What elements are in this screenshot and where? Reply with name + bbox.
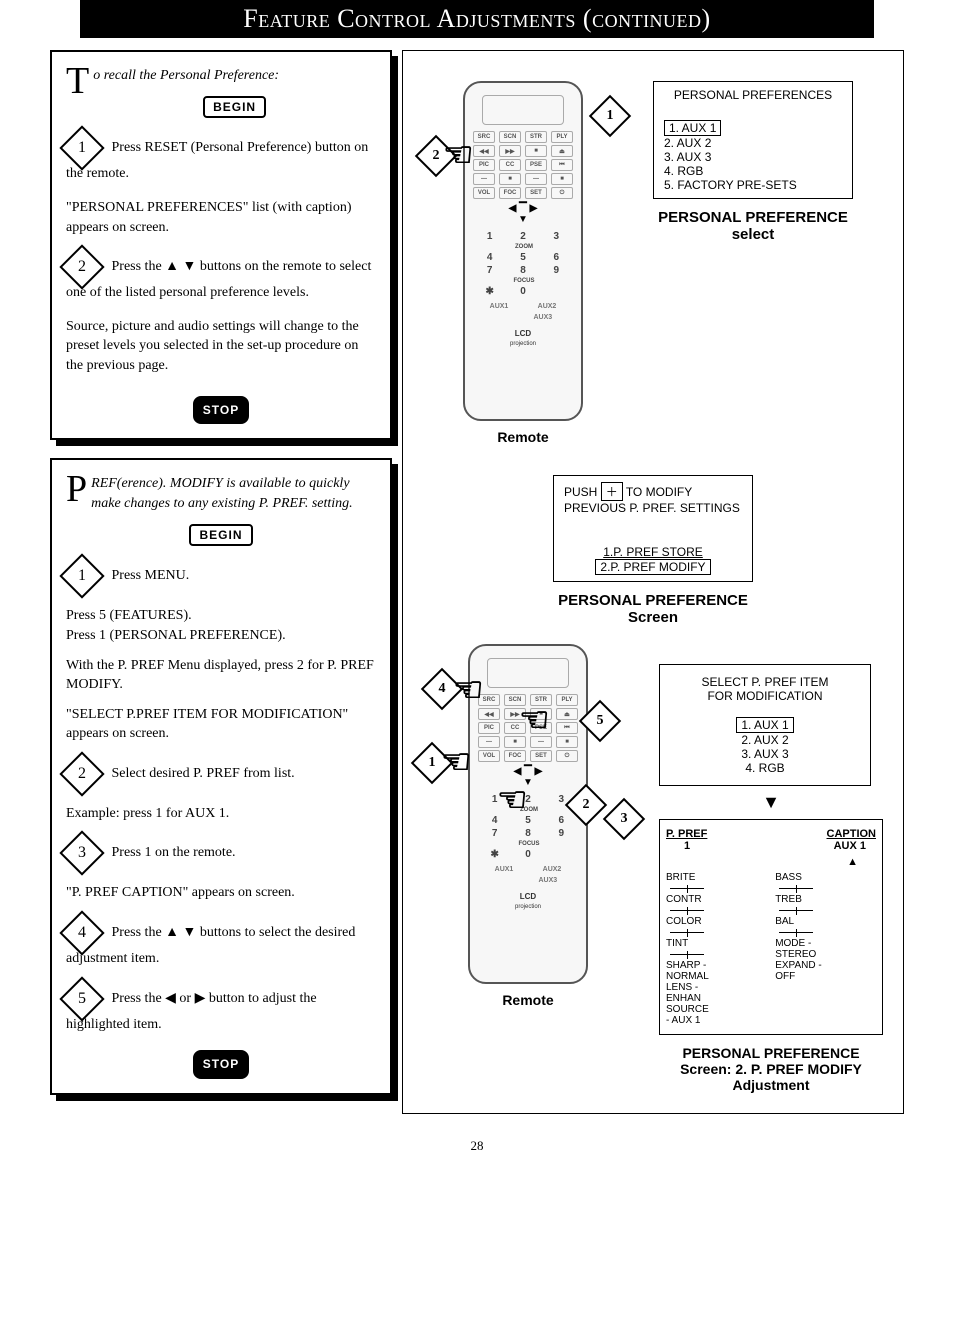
ppref-adjust-screen: P. PREF CAPTION 1 AUX 1 ▲ BRITE CONTR [659,819,883,1035]
begin-pill-b: BEGIN [189,524,252,547]
dropcap-p: P [66,474,87,504]
personal-preferences-screen: PERSONAL PREFERENCES 1. AUX 1 2. AUX 2 3… [653,81,853,253]
screen2-caption1: PERSONAL PREFERENCE [558,592,748,609]
up-arrow-icon: ▲ [666,856,858,868]
screen3-line2: FOR MODIFICATION [670,689,860,703]
begin-pill: BEGIN [203,96,266,119]
screen1-item3: 3. AUX 3 [664,150,842,164]
step1-text: Press RESET (Personal Preference) button… [66,141,368,182]
left-column: T o recall the Personal Preference: BEGI… [50,50,392,1114]
screen1-header: PERSONAL PREFERENCES [664,88,842,102]
step2-result: Source, picture and audio settings will … [66,317,376,376]
step-diamond-b5: 5 [59,976,104,1021]
stepb1-after: With the P. PREF Menu displayed, press 2… [66,656,376,695]
modify-prompt-screen: PUSH ＋ TO MODIFY PREVIOUS P. PREF. SETTI… [553,475,753,582]
page-number: 28 [50,1138,904,1154]
screen3-item2: 2. AUX 2 [670,733,860,747]
ppref-hdr-right: CAPTION [827,828,877,840]
screen1-caption2: select [732,226,775,243]
arrow-down-icon: ▼ [659,792,883,813]
stepb1c: Press 1 (PERSONAL PREFERENCE). [66,626,376,646]
screen3-item3: 3. AUX 3 [670,747,860,761]
remote-illustration-1: SRCSCNSTRPLY ◀◀▶▶■⏏ PICCCPSE⏮ —■—■ VOLFO… [423,81,623,445]
screen4-caption1: PERSONAL PREFERENCE [682,1045,859,1061]
screen1-item5: 5. FACTORY PRE-SETS [664,178,842,192]
screen1-item2: 2. AUX 2 [664,136,842,150]
procedure-modify-box: P REF(erence). MODIFY is available to qu… [50,458,392,1095]
dropcap-t: T [66,66,89,96]
screen3-line1: SELECT P. PREF ITEM [670,675,860,689]
step2-text: Press the ▲ ▼ buttons on the remote to s… [66,259,371,300]
step-diamond-b4: 4 [59,910,104,955]
screen4-caption3: Adjustment [733,1077,810,1093]
step-diamond-b2: 2 [59,751,104,796]
screen2-line2: PREVIOUS P. PREF. SETTINGS [564,501,742,515]
lead-text-a: o recall the Personal Preference: [93,68,279,83]
ppref-hdr-left: P. PREF [666,828,707,840]
stepb2-after: Example: press 1 for AUX 1. [66,804,376,824]
plus-icon: ＋ [601,482,623,501]
stop-pill: STOP [193,396,249,425]
stepb1b: Press 5 (FEATURES). [66,606,376,626]
stepb3-after: "P. PREF CAPTION" appears on screen. [66,883,376,903]
screen4-caption2: Screen: 2. P. PREF MODIFY [680,1061,862,1077]
page-title: Feature Control Adjustments (continued) [80,0,874,38]
step-diamond-2: 2 [59,245,104,290]
stop-pill-b: STOP [193,1050,249,1079]
ppref-val-left: 1 [684,840,690,852]
step1-result: "PERSONAL PREFERENCES" list (with captio… [66,198,376,237]
step-diamond-1: 1 [59,126,104,171]
screen2-opt2: 2.P. PREF MODIFY [595,559,710,575]
select-item-screen: SELECT P. PREF ITEM FOR MODIFICATION 1. … [659,664,871,786]
right-column: SRCSCNSTRPLY ◀◀▶▶■⏏ PICCCPSE⏮ —■—■ VOLFO… [402,50,904,1114]
screen2-opt1: 1.P. PREF STORE [564,545,742,559]
pointing-hand-icon: ☞ [441,742,471,782]
remote-caption-2: Remote [423,992,633,1008]
lead-text-b: REF(erence). MODIFY is available to quic… [91,476,353,511]
stepb2: Select desired P. PREF from list. [112,766,295,781]
screen2-caption2: Screen [628,609,678,626]
step-diamond-b1: 1 [59,554,104,599]
stepb3: Press 1 on the remote. [112,846,236,861]
stepb1a: Press MENU. [112,569,190,584]
stepb1-after2: "SELECT P.PREF ITEM FOR MODIFICATION" ap… [66,705,376,744]
remote-caption-1: Remote [423,429,623,445]
screen1-item4: 4. RGB [664,164,842,178]
procedure-recall-box: T o recall the Personal Preference: BEGI… [50,50,392,440]
screen3-item4: 4. RGB [670,761,860,775]
screen3-item1: 1. AUX 1 [736,717,793,733]
screen1-item1: 1. AUX 1 [664,120,721,136]
remote-illustration-2: SRCSCNSTRPLY ◀◀▶▶■⏏ PICCCPSE⏮ —■—■ VOLFO… [423,644,633,1008]
ppref-val-right: AUX 1 [834,840,866,852]
screen1-caption1: PERSONAL PREFERENCE [658,209,848,226]
step-diamond-b3: 3 [59,831,104,876]
stepb4: Press the ▲ ▼ buttons to select the desi… [66,925,355,966]
